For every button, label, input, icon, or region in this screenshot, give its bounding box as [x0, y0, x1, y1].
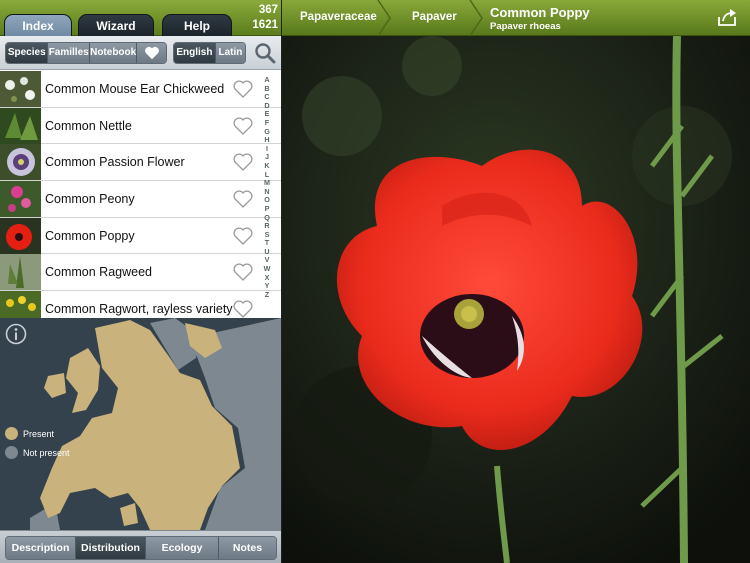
species-thumbnail [0, 107, 41, 144]
species-name: Common Mouse Ear Chickweed [45, 82, 225, 96]
category-segmented-control: Species Familles Notebook [5, 42, 167, 64]
species-name: Common Ragweed [45, 265, 152, 280]
alphabet-index[interactable]: ABCDEFGHIJKLMNOPQRSTUVWXYZ [260, 75, 274, 300]
count-shown: 367 [258, 4, 278, 16]
breadcrumb-genus[interactable]: Papaver [412, 0, 457, 36]
present-swatch [5, 427, 18, 440]
europe-map [0, 318, 281, 530]
list-item[interactable]: Common Mouse Ear Chickweed [0, 71, 281, 108]
legend-not-present: Not present [5, 446, 70, 459]
heart-icon [144, 46, 159, 60]
legend-present: Present [5, 427, 70, 440]
tab-ecology[interactable]: Ecology [146, 537, 219, 559]
species-name: Common Ragwort, rayless variety [45, 302, 233, 317]
heart-icon[interactable] [233, 300, 253, 318]
share-icon [718, 9, 736, 26]
search-icon [255, 43, 276, 64]
tab-wizard[interactable]: Wizard [78, 14, 154, 36]
species-name: Common Peony [45, 192, 135, 207]
language-segmented-control: English Latin [173, 42, 246, 64]
filter-familles[interactable]: Familles [48, 43, 90, 63]
info-button[interactable] [5, 323, 27, 345]
list-item[interactable]: Common Passion Flower [0, 144, 281, 182]
heart-icon[interactable] [233, 153, 253, 172]
search-button[interactable] [253, 42, 277, 64]
not-present-swatch [5, 446, 18, 459]
tab-help[interactable]: Help [162, 14, 232, 36]
species-thumbnail [0, 217, 41, 254]
species-name: Common Nettle [45, 118, 132, 133]
filter-favorites[interactable] [137, 43, 166, 63]
chevron-right-icon [469, 0, 483, 36]
species-name: Common Poppy [45, 228, 135, 243]
left-pane: Index Wizard Help 367 1621 Species Famil… [0, 0, 281, 563]
breadcrumb-latin-name: Papaver rhoeas [490, 21, 561, 32]
filter-bar: Species Familles Notebook English Latin [0, 36, 281, 70]
detail-pane: Papaveraceae Papaver Common Poppy Papave… [281, 0, 750, 563]
species-thumbnail [0, 71, 41, 107]
info-icon [5, 323, 27, 345]
heart-icon[interactable] [233, 263, 253, 282]
legend-not-present-label: Not present [23, 447, 70, 458]
detail-tab-bar: Description Distribution Ecology Notes [0, 530, 281, 563]
list-item[interactable]: Common Peony [0, 181, 281, 218]
breadcrumb: Papaveraceae Papaver Common Poppy Papave… [282, 0, 750, 36]
count-total: 1621 [252, 19, 278, 31]
tab-index[interactable]: Index [4, 14, 72, 36]
tab-distribution[interactable]: Distribution [76, 537, 146, 559]
lang-english[interactable]: English [174, 43, 216, 63]
share-button[interactable] [717, 9, 737, 27]
filter-species[interactable]: Species [6, 43, 49, 63]
filter-notebook[interactable]: Notebook [89, 43, 138, 63]
heart-icon[interactable] [233, 80, 253, 98]
map-legend: Present Not present [5, 427, 70, 465]
lang-latin[interactable]: Latin [215, 43, 245, 63]
heart-icon[interactable] [233, 190, 253, 208]
list-item[interactable]: Common Ragweed [0, 254, 281, 292]
species-list: Common Mouse Ear Chickweed Common Nettle… [0, 71, 281, 318]
list-item[interactable]: Common Ragwort, rayless variety [0, 291, 281, 318]
alphabet-letter[interactable]: Z [260, 290, 274, 300]
species-thumbnail [0, 181, 41, 218]
species-thumbnail [0, 254, 41, 291]
species-photo [282, 35, 750, 563]
top-tab-bar: Index Wizard Help 367 1621 [0, 0, 281, 36]
species-thumbnail [0, 144, 41, 181]
tab-notes[interactable]: Notes [219, 537, 276, 559]
detail-segmented-control: Description Distribution Ecology Notes [5, 536, 277, 560]
species-name: Common Passion Flower [45, 155, 185, 170]
distribution-map [0, 318, 281, 530]
heart-icon[interactable] [233, 117, 253, 135]
chevron-right-icon [377, 0, 391, 36]
tab-description[interactable]: Description [6, 537, 76, 559]
heart-icon[interactable] [233, 227, 253, 245]
list-item[interactable]: Common Poppy [0, 217, 281, 255]
species-thumbnail [0, 291, 41, 318]
breadcrumb-common-name: Common Poppy [490, 5, 590, 20]
legend-present-label: Present [23, 428, 55, 439]
species-counts: 367 1621 [240, 3, 278, 33]
list-item[interactable]: Common Nettle [0, 107, 281, 145]
breadcrumb-family[interactable]: Papaveraceae [300, 0, 377, 36]
